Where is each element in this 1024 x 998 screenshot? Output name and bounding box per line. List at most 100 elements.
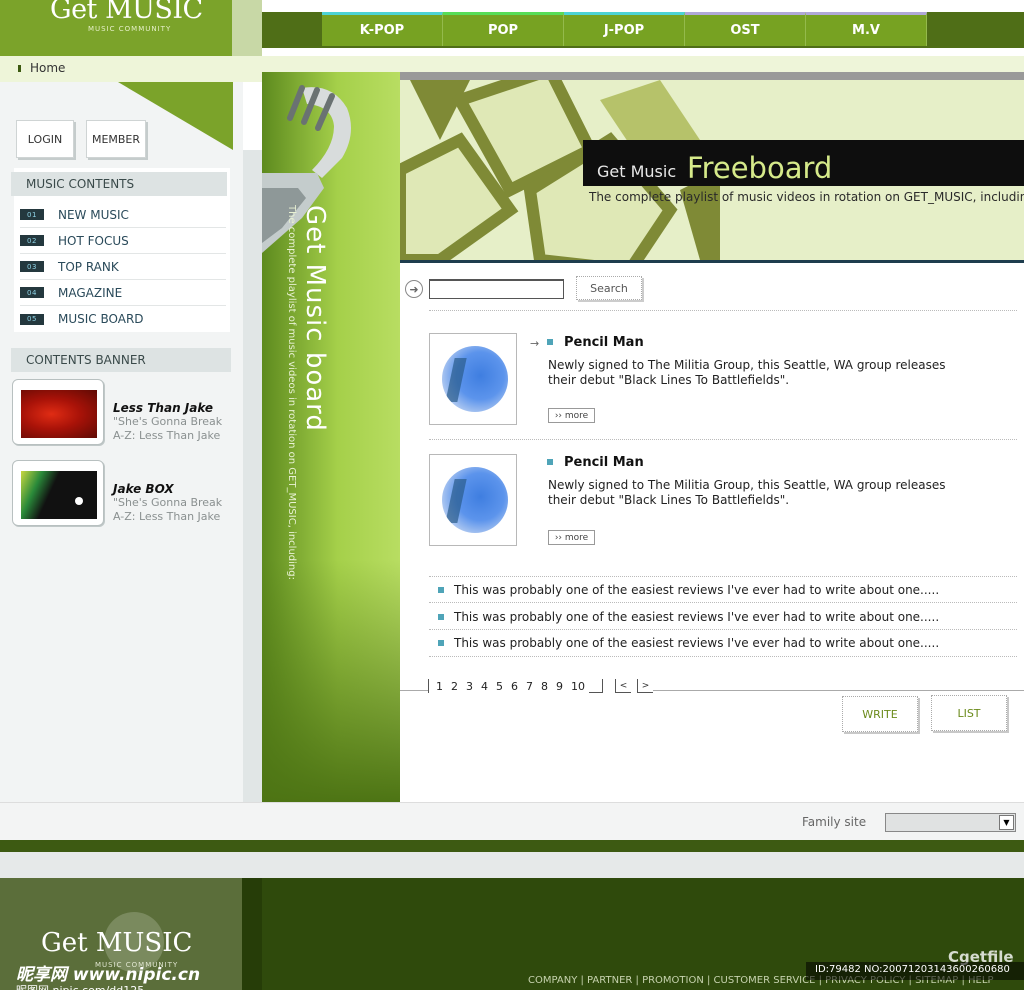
- search-button[interactable]: Search: [576, 276, 642, 300]
- page-link[interactable]: 4: [481, 680, 488, 693]
- post-thumbnail[interactable]: [429, 333, 517, 425]
- post-body: Newly signed to The Militia Group, this …: [548, 478, 946, 507]
- banner-less-than-jake[interactable]: Less Than Jake "She's Gonna Break A-Z: L…: [12, 379, 242, 447]
- list-item-text[interactable]: This was probably one of the easiest rev…: [454, 636, 939, 650]
- banner-desc-line2: A-Z: Less Than Jake: [113, 510, 221, 523]
- menu-item-magazine[interactable]: 04 MAGAZINE: [20, 280, 226, 306]
- banner-jake-box[interactable]: Jake BOX "She's Gonna Break A-Z: Less Th…: [12, 460, 242, 528]
- footer-logo: Get MUSIC: [41, 928, 193, 958]
- banner-name[interactable]: Less Than Jake: [113, 401, 213, 415]
- nav-tab-jpop[interactable]: J-POP: [564, 12, 685, 46]
- menu-item-hot-focus[interactable]: 02 HOT FOCUS: [20, 228, 226, 254]
- square-bullet-icon: [438, 614, 444, 620]
- menu-item-label: NEW MUSIC: [58, 207, 129, 222]
- menu-number-badge: 02: [20, 235, 44, 246]
- list-item-text[interactable]: This was probably one of the easiest rev…: [454, 610, 939, 624]
- hero-divider: [400, 260, 1024, 263]
- menu-number-badge: 03: [20, 261, 44, 272]
- family-site-select[interactable]: ▼: [885, 813, 1016, 832]
- home-link[interactable]: Home: [30, 61, 65, 75]
- arrow-icon: →: [530, 337, 540, 350]
- list-item[interactable]: This was probably one of the easiest rev…: [438, 583, 939, 597]
- divider: [429, 310, 1017, 311]
- page-link[interactable]: 9: [556, 680, 563, 693]
- list-item[interactable]: This was probably one of the easiest rev…: [438, 636, 939, 650]
- banner-thumbnail[interactable]: [12, 379, 104, 445]
- list-item-text[interactable]: This was probably one of the easiest rev…: [454, 583, 939, 597]
- login-button[interactable]: LOGIN: [16, 120, 74, 158]
- board-vertical-title: Get Music board: [300, 205, 330, 432]
- nav-tab-pop[interactable]: POP: [443, 12, 564, 46]
- site-logo-tagline: MUSIC COMMUNITY: [88, 25, 172, 33]
- square-bullet-icon: [438, 640, 444, 646]
- page-link[interactable]: 1: [436, 680, 443, 693]
- bullet-icon: [18, 65, 21, 72]
- banner-thumbnail[interactable]: [12, 460, 104, 526]
- watermark-id: ID:79482 NO:20071203143600260680: [806, 962, 1024, 980]
- music-contents-menu: 01 NEW MUSIC 02 HOT FOCUS 03 TOP RANK 04…: [20, 202, 226, 332]
- pager-edge: [589, 679, 603, 693]
- divider: [429, 576, 1017, 577]
- list-button[interactable]: LIST: [931, 695, 1007, 731]
- logo-block: Get MUSIC MUSIC COMMUNITY: [0, 0, 232, 56]
- menu-item-new-music[interactable]: 01 NEW MUSIC: [20, 202, 226, 228]
- prev-page-button[interactable]: <: [615, 679, 631, 693]
- member-button[interactable]: MEMBER: [86, 120, 146, 158]
- divider: [429, 602, 1017, 603]
- page-link[interactable]: 2: [451, 680, 458, 693]
- banner-image: [21, 390, 97, 438]
- page-link[interactable]: 3: [466, 680, 473, 693]
- divider: [429, 439, 1017, 440]
- footer-logo-strip: [242, 878, 262, 990]
- hero-title-prefix: Get Music: [597, 162, 677, 181]
- more-button[interactable]: ›› more: [548, 408, 595, 423]
- family-site-label: Family site: [802, 815, 867, 829]
- page-link[interactable]: 7: [526, 680, 533, 693]
- nav-tab-ost[interactable]: OST: [685, 12, 806, 46]
- arrow-right-icon: ➜: [405, 280, 423, 298]
- header-strip: [232, 0, 262, 56]
- square-bullet-icon: [547, 339, 553, 345]
- banner-desc-line1: "She's Gonna Break: [113, 415, 223, 428]
- menu-item-label: TOP RANK: [58, 259, 119, 274]
- page-link[interactable]: 5: [496, 680, 503, 693]
- nav-tab-mv[interactable]: M.V: [806, 12, 927, 46]
- pager-edge: [428, 679, 432, 693]
- menu-item-label: MUSIC BOARD: [58, 312, 144, 326]
- hero-title: Freeboard: [687, 151, 833, 185]
- list-item[interactable]: This was probably one of the easiest rev…: [438, 610, 939, 624]
- watermark-secondary: 昵图网 nipic.com/dd125: [16, 984, 145, 997]
- menu-item-label: MAGAZINE: [58, 285, 123, 300]
- banner-name[interactable]: Jake BOX: [113, 482, 174, 496]
- post-title[interactable]: Pencil Man: [564, 335, 644, 350]
- post-title[interactable]: Pencil Man: [564, 455, 644, 470]
- hero-top-bar: [400, 72, 1024, 80]
- menu-item-top-rank[interactable]: 03 TOP RANK: [20, 254, 226, 280]
- write-button[interactable]: WRITE: [842, 696, 918, 732]
- search-input[interactable]: [429, 279, 564, 299]
- menu-item-music-board[interactable]: 05 MUSIC BOARD: [20, 306, 226, 332]
- page-link[interactable]: 8: [541, 680, 548, 693]
- menu-number-badge: 05: [20, 313, 44, 325]
- menu-number-badge: 04: [20, 287, 44, 298]
- more-button[interactable]: ›› more: [548, 530, 595, 545]
- page-link[interactable]: 10: [571, 680, 585, 693]
- hero-description: The complete playlist of music videos in…: [589, 190, 1024, 204]
- contents-banner-title: CONTENTS BANNER: [11, 348, 231, 372]
- banner-desc-line2: A-Z: Less Than Jake: [113, 429, 221, 442]
- cd-image: [442, 467, 508, 533]
- square-bullet-icon: [547, 459, 553, 465]
- post-thumbnail[interactable]: [429, 454, 517, 546]
- footer-top-line: [0, 840, 1024, 852]
- divider: [429, 656, 1017, 657]
- dropdown-arrow-icon[interactable]: ▼: [999, 815, 1014, 830]
- board-side-column-shade: [262, 560, 400, 802]
- page-link[interactable]: 6: [511, 680, 518, 693]
- next-page-button[interactable]: >: [637, 679, 653, 693]
- post-body: Newly signed to The Militia Group, this …: [548, 358, 946, 387]
- nav-tab-kpop[interactable]: K-POP: [322, 12, 443, 46]
- menu-number-badge: 01: [20, 209, 44, 220]
- family-site-bar: [0, 802, 1024, 840]
- cd-image: [442, 346, 508, 412]
- site-logo[interactable]: Get MUSIC: [50, 0, 203, 25]
